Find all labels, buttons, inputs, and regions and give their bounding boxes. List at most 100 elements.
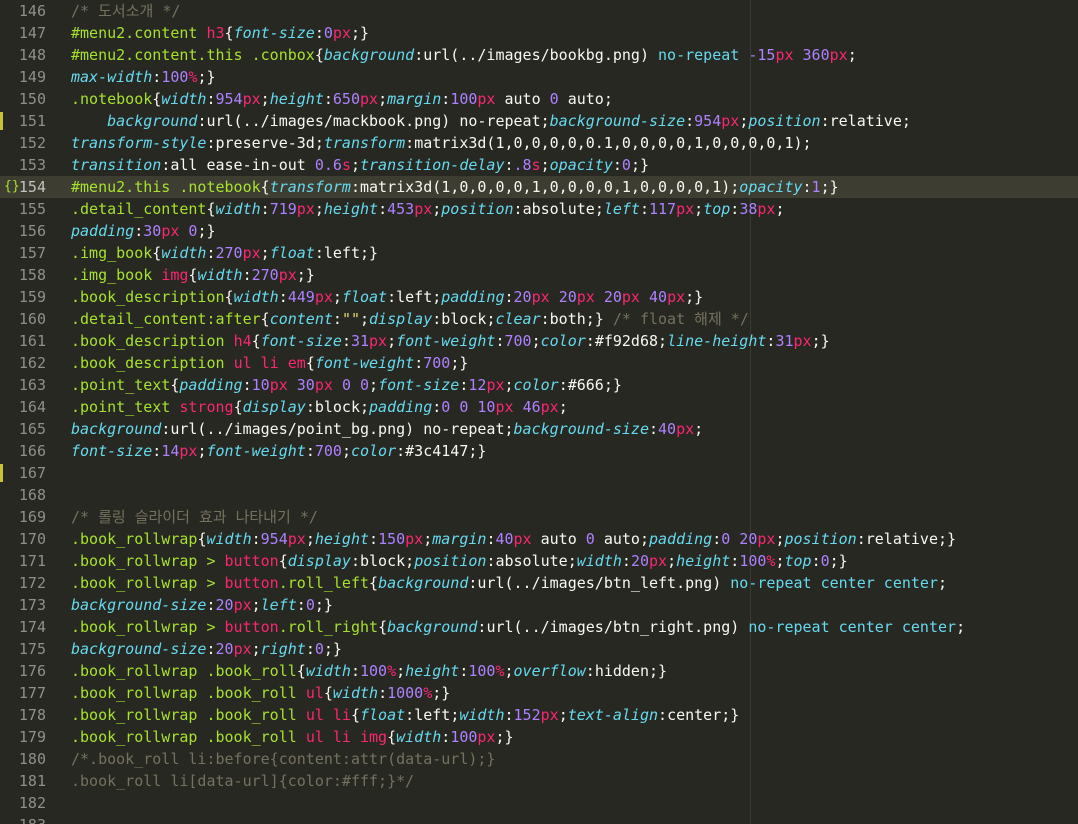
code-token: ;}	[323, 640, 342, 658]
line-content: /* 롤링 슬라이더 효과 나타내기 */	[71, 506, 318, 528]
code-token: .book_description	[71, 288, 225, 306]
code-token: .img_book	[71, 266, 162, 284]
code-line[interactable]: 151 background: url(../images/mackbook.pn…	[0, 110, 1078, 132]
code-line[interactable]: 166 font-size:14px;font-weight:700;color:…	[0, 440, 1078, 462]
code-token: background-size	[513, 420, 649, 438]
code-line[interactable]: 155 .detail_content{width:719px;height:45…	[0, 198, 1078, 220]
code-token: auto	[504, 90, 550, 108]
code-line[interactable]: 169 /* 롤링 슬라이더 효과 나타내기 */	[0, 506, 1078, 528]
code-line[interactable]: 175 background-size:20px;right:0;}	[0, 638, 1078, 660]
code-token: absolute	[522, 200, 595, 218]
line-content: /* 도서소개 */	[71, 0, 180, 22]
code-token: ;	[531, 332, 541, 350]
code-line[interactable]: 180 /*.book_roll li:before{content:attr(d…	[0, 748, 1078, 770]
code-token: {	[260, 310, 270, 328]
code-line[interactable]: 174 .book_rollwrap > button.roll_right{ba…	[0, 616, 1078, 638]
code-token: px	[287, 530, 306, 548]
code-line[interactable]: 150 .notebook{width:954px;height:650px;ma…	[0, 88, 1078, 110]
line-number: 181	[18, 772, 46, 790]
code-token: ;}	[820, 178, 839, 196]
code-token: px	[296, 200, 315, 218]
code-token: ;}	[685, 288, 704, 306]
code-token: color	[513, 376, 559, 394]
code-token: px	[540, 706, 559, 724]
code-token: top	[784, 552, 812, 570]
line-number: 172	[18, 574, 46, 592]
code-line[interactable]: 164 .point_text strong{display:block;padd…	[0, 396, 1078, 418]
code-token: padding	[179, 376, 243, 394]
code-line[interactable]: 146 /* 도서소개 */	[0, 0, 1078, 22]
code-token: px	[721, 112, 740, 130]
code-line[interactable]: 161 .book_description h4{font-size:31px;f…	[0, 330, 1078, 352]
code-token: left	[603, 200, 640, 218]
code-line[interactable]: 149 max-width:100%;}	[0, 66, 1078, 88]
line-number: 155	[18, 200, 46, 218]
code-editor[interactable]: 146/* 도서소개 */147 #menu2.content h3{font-s…	[0, 0, 1078, 824]
code-line[interactable]: 159 .book_description{width:449px;float:l…	[0, 286, 1078, 308]
code-token: 0	[621, 156, 631, 174]
code-token: ;	[341, 442, 351, 460]
code-token: .book_rollwrap	[71, 530, 198, 548]
code-token: px	[757, 530, 776, 548]
code-line[interactable]: 158 .img_book img{width:270px;}	[0, 264, 1078, 286]
code-line[interactable]: 179 .book_rollwrap .book_roll ul li img{w…	[0, 726, 1078, 748]
code-line[interactable]: 162 .book_description ul li em{font-weigh…	[0, 352, 1078, 374]
code-token: auto	[540, 530, 586, 548]
code-line[interactable]: 147 #menu2.content h3{font-size:0px;}	[0, 22, 1078, 44]
code-token: ;	[558, 398, 568, 416]
code-line[interactable]: 178 .book_rollwrap .book_roll ul li{float…	[0, 704, 1078, 726]
code-token: ;	[504, 662, 514, 680]
code-token: float	[341, 288, 388, 306]
code-token: ;	[360, 398, 370, 416]
line-number: 173	[18, 596, 46, 614]
code-token: button	[224, 574, 279, 592]
code-line[interactable]: 176 .book_rollwrap .book_roll{width:100%;…	[0, 660, 1078, 682]
code-token: :	[504, 156, 514, 174]
line-number: 165	[18, 420, 46, 438]
code-token: ;}	[350, 24, 370, 42]
code-line[interactable]: 152 transform-style:preserve-3d;transform…	[0, 132, 1078, 154]
code-line[interactable]: 160 .detail_content:after{content:"";disp…	[0, 308, 1078, 330]
code-token: #menu2.content	[71, 24, 207, 42]
code-line[interactable]: 156 padding:30px 0;}	[0, 220, 1078, 242]
code-line[interactable]: 165 background:url(../images/point_bg.png…	[0, 418, 1078, 440]
code-line[interactable]: 148 #menu2.content.this .conbox{backgroun…	[0, 44, 1078, 66]
line-content: transition:all ease-in-out 0.6s;transiti…	[71, 154, 649, 176]
code-line[interactable]: 168	[0, 484, 1078, 506]
code-line[interactable]: 183	[0, 814, 1078, 824]
code-token: top	[703, 200, 731, 218]
line-content: .book_rollwrap > button.roll_left{backgr…	[71, 572, 947, 594]
code-token: left	[260, 596, 297, 614]
code-line[interactable]: 172 .book_rollwrap > button.roll_left{bac…	[0, 572, 1078, 594]
code-token: opacity	[739, 178, 803, 196]
code-line[interactable]: 167	[0, 462, 1078, 484]
code-token: padding	[441, 288, 505, 306]
code-token: #f92d68	[594, 332, 659, 350]
code-line[interactable]: {} 154 #menu2.this .notebook{transform:mat…	[0, 176, 1078, 198]
code-token: 650	[332, 90, 360, 108]
code-token: px	[242, 90, 261, 108]
code-line[interactable]: 163 .point_text{padding:10px 30px 0 0;fon…	[0, 374, 1078, 396]
code-token: ;	[956, 618, 966, 636]
code-token: margin	[387, 90, 442, 108]
code-line[interactable]: 173 background-size:20px;left:0;}	[0, 594, 1078, 616]
code-token: %	[495, 662, 505, 680]
code-token: position	[748, 112, 821, 130]
code-token: {	[152, 244, 162, 262]
code-token: :	[323, 90, 333, 108]
code-line[interactable]: 182	[0, 792, 1078, 814]
code-token: :	[441, 90, 451, 108]
code-token: img	[161, 266, 189, 284]
code-line[interactable]: 181 .book_roll li[data-url]{color:#fff;}*…	[0, 770, 1078, 792]
code-token: {	[233, 398, 243, 416]
code-token: ;	[540, 112, 550, 130]
code-line[interactable]: 153 transition:all ease-in-out 0.6s;trans…	[0, 154, 1078, 176]
code-line[interactable]: 157 .img_book{width:270px;float:left;}	[0, 242, 1078, 264]
code-line[interactable]: 170 .book_rollwrap{width:954px;height:150…	[0, 528, 1078, 550]
code-token: -15	[748, 46, 776, 64]
code-token: height	[323, 200, 379, 218]
code-token: both	[549, 310, 586, 328]
code-token: ;	[558, 706, 568, 724]
code-line[interactable]: 171 .book_rollwrap > button{display:block…	[0, 550, 1078, 572]
code-line[interactable]: 177 .book_rollwrap .book_roll ul{width:10…	[0, 682, 1078, 704]
